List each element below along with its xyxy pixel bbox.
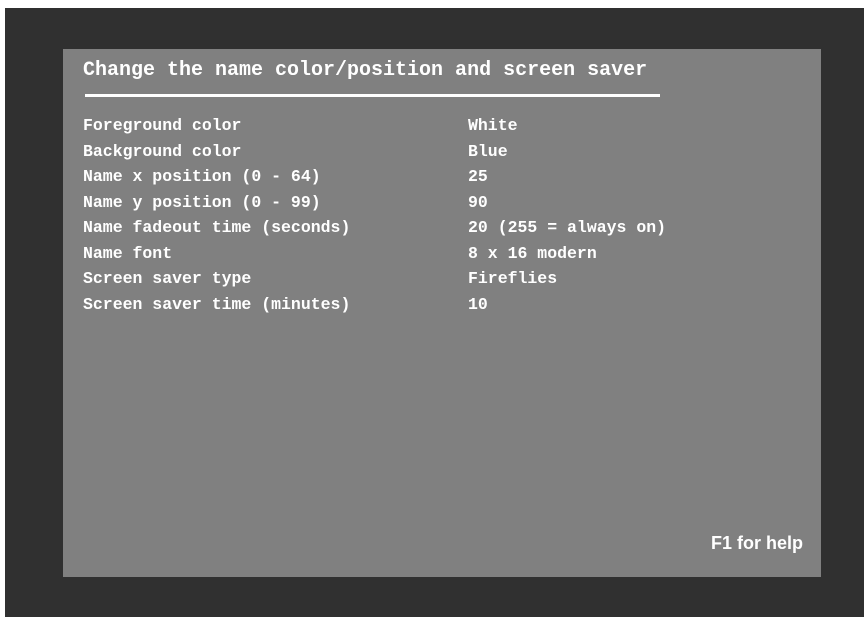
- setting-label: Screen saver type: [83, 269, 252, 288]
- page-title: Change the name color/position and scree…: [83, 59, 648, 82]
- setting-row-name-x-position[interactable]: Name x position (0 - 64) 25: [83, 164, 768, 190]
- setting-row-background-color[interactable]: Background color Blue: [83, 139, 768, 165]
- title-underline: [85, 94, 660, 97]
- setting-row-screen-saver-type[interactable]: Screen saver type Fireflies: [83, 266, 768, 292]
- setting-value-foreground-color[interactable]: White: [468, 113, 768, 139]
- setting-row-foreground-color[interactable]: Foreground color White: [83, 113, 768, 139]
- setting-label: Background color: [83, 141, 242, 161]
- setting-label: Screen saver time (minutes): [83, 294, 351, 314]
- setting-value-name-x-position[interactable]: 25: [468, 164, 768, 190]
- setting-value-name-font[interactable]: 8 x 16 modern: [468, 241, 768, 267]
- setting-label: Name font: [83, 243, 173, 263]
- setting-label: Name fadeout time (seconds): [83, 218, 351, 237]
- help-hint: F1 for help: [710, 533, 803, 553]
- setting-value-screen-saver-time[interactable]: 10: [468, 292, 768, 318]
- setting-value-background-color[interactable]: Blue: [468, 139, 768, 165]
- setting-row-name-fadeout-time[interactable]: Name fadeout time (seconds) 20 (255 = al…: [83, 215, 768, 241]
- setting-value-name-y-position[interactable]: 90: [468, 190, 768, 216]
- setting-label: Name x position (0 - 64): [83, 167, 321, 186]
- setting-row-name-y-position[interactable]: Name y position (0 - 99) 90: [83, 190, 768, 216]
- setting-row-screen-saver-time[interactable]: Screen saver time (minutes) 10: [83, 292, 768, 318]
- setting-value-name-fadeout-time[interactable]: 20 (255 = always on): [468, 215, 768, 241]
- settings-panel: Change the name color/position and scree…: [63, 49, 821, 577]
- setting-row-name-font[interactable]: Name font 8 x 16 modern: [83, 241, 768, 267]
- setting-value-screen-saver-type[interactable]: Fireflies: [468, 266, 768, 292]
- settings-list: Foreground color White Background color …: [83, 113, 768, 317]
- setting-label: Foreground color: [83, 116, 242, 135]
- setting-label: Name y position (0 - 99): [83, 192, 321, 212]
- screen-background: Change the name color/position and scree…: [5, 8, 864, 617]
